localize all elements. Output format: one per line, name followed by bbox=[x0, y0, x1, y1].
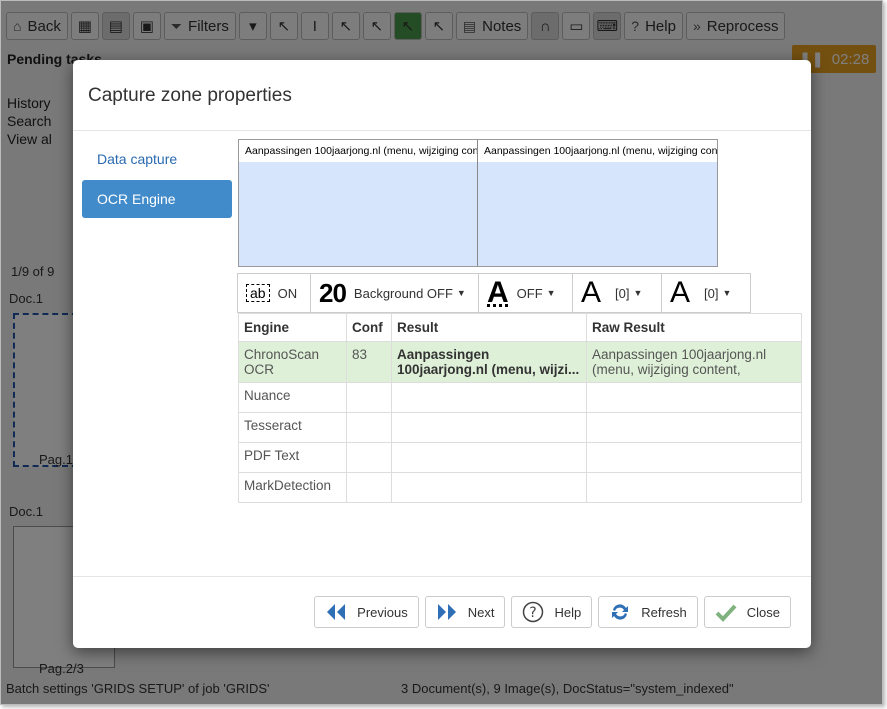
refresh-button[interactable]: Refresh bbox=[598, 596, 698, 628]
engine-cell: ChronoScan OCR bbox=[238, 341, 347, 383]
next-icon bbox=[437, 604, 456, 620]
zone-preview: Aanpassingen 100jaarjong.nl (menu, wijzi… bbox=[238, 139, 718, 267]
previous-button[interactable]: Previous bbox=[314, 596, 419, 628]
caret-down-icon: ▼ bbox=[722, 288, 732, 298]
table-row[interactable]: Nuance bbox=[238, 382, 802, 413]
conf-cell bbox=[346, 412, 392, 443]
text-mode-state: ON bbox=[277, 285, 298, 301]
previous-icon bbox=[327, 604, 346, 620]
dialog-footer: Previous Next ? Help Refresh Close bbox=[73, 576, 811, 649]
conf-cell bbox=[346, 442, 392, 473]
help-dialog-button[interactable]: ? Help bbox=[511, 596, 593, 628]
engine-cell: MarkDetection bbox=[238, 472, 347, 503]
raw-result-cell bbox=[586, 412, 802, 443]
close-button[interactable]: Close bbox=[703, 596, 791, 628]
font-size-dropdown-2[interactable]: A [0] ▼ bbox=[661, 273, 751, 313]
refresh-icon bbox=[612, 604, 629, 620]
result-cell: Aanpassingen 100jaarjong.nl (menu, wijzi… bbox=[391, 341, 587, 383]
footer-buttons: Previous Next ? Help Refresh Close bbox=[314, 596, 791, 628]
table-header-row: Engine Conf Result Raw Result bbox=[238, 313, 802, 342]
table-row[interactable]: MarkDetection bbox=[238, 472, 802, 503]
nav-item-ocr-engine[interactable]: OCR Engine bbox=[82, 180, 232, 218]
dialog-title: Capture zone properties bbox=[88, 85, 292, 106]
dialog-header: Capture zone properties bbox=[73, 60, 811, 131]
previous-label: Previous bbox=[357, 604, 408, 620]
table-row[interactable]: Tesseract bbox=[238, 412, 802, 443]
result-cell bbox=[391, 412, 587, 443]
capture-zone-dialog: Capture zone properties Data capture OCR… bbox=[73, 60, 811, 648]
checkmark-icon bbox=[715, 604, 737, 622]
question-icon: ? bbox=[523, 601, 544, 623]
next-label: Next bbox=[467, 604, 495, 620]
ocr-results-table: Engine Conf Result Raw Result ChronoScan… bbox=[238, 313, 802, 503]
conf-cell bbox=[346, 382, 392, 413]
caret-down-icon: ▼ bbox=[633, 288, 643, 298]
engine-cell: Tesseract bbox=[238, 412, 347, 443]
caret-down-icon: ▼ bbox=[546, 288, 556, 298]
caret-down-icon: ▼ bbox=[456, 288, 466, 298]
preview-processed: Aanpassingen 100jaarjong.nl (menu, wijzi… bbox=[478, 140, 717, 266]
background-sample-icon: 20 bbox=[319, 277, 347, 308]
nav-item-data-capture[interactable]: Data capture bbox=[82, 140, 232, 178]
font-size-dropdown-1[interactable]: A [0] ▼ bbox=[572, 273, 662, 313]
text-box-icon: ab bbox=[246, 284, 270, 302]
col-engine: Engine bbox=[238, 313, 347, 342]
bold-dropdown[interactable]: A OFF ▼ bbox=[478, 273, 573, 313]
engine-cell: Nuance bbox=[238, 382, 347, 413]
ocr-options-bar: ab ON 20 Background OFF ▼ A OFF ▼ A [0] ▼ A… bbox=[237, 273, 751, 313]
background-dropdown[interactable]: 20 Background OFF ▼ bbox=[310, 273, 479, 313]
font-size-1-value: [0] bbox=[615, 285, 630, 301]
text-mode-toggle[interactable]: ab ON bbox=[237, 273, 311, 313]
col-raw-result: Raw Result bbox=[586, 313, 802, 342]
font-a-icon: A bbox=[581, 276, 602, 309]
raw-result-cell bbox=[586, 472, 802, 503]
svg-text:?: ? bbox=[530, 605, 537, 621]
result-cell bbox=[391, 472, 587, 503]
dialog-nav: Data capture OCR Engine bbox=[82, 140, 232, 220]
result-cell bbox=[391, 382, 587, 413]
preview-original-text: Aanpassingen 100jaarjong.nl (menu, wijzi… bbox=[239, 140, 477, 162]
close-label: Close bbox=[746, 604, 780, 620]
help-dialog-label: Help bbox=[554, 604, 582, 620]
bold-state: OFF bbox=[516, 285, 543, 301]
engine-cell: PDF Text bbox=[238, 442, 347, 473]
preview-original: Aanpassingen 100jaarjong.nl (menu, wijzi… bbox=[239, 140, 478, 266]
table-row[interactable]: ChronoScan OCR 83 Aanpassingen 100jaarjo… bbox=[238, 341, 802, 383]
col-result: Result bbox=[391, 313, 587, 342]
conf-cell bbox=[346, 472, 392, 503]
refresh-label: Refresh bbox=[641, 604, 687, 620]
dotted-a-icon: A bbox=[487, 276, 509, 309]
font-size-2-value: [0] bbox=[704, 285, 719, 301]
background-state: Background OFF bbox=[353, 285, 453, 301]
col-conf: Conf bbox=[346, 313, 392, 342]
raw-result-cell bbox=[586, 382, 802, 413]
raw-result-cell: Aanpassingen 100jaarjong.nl (menu, wijzi… bbox=[586, 341, 802, 383]
raw-result-cell bbox=[586, 442, 802, 473]
next-button[interactable]: Next bbox=[424, 596, 506, 628]
result-cell bbox=[391, 442, 587, 473]
conf-cell: 83 bbox=[346, 341, 392, 383]
font-a-icon: A bbox=[670, 276, 691, 309]
preview-processed-text: Aanpassingen 100jaarjong.nl (menu, wijzi… bbox=[478, 140, 717, 162]
table-row[interactable]: PDF Text bbox=[238, 442, 802, 473]
